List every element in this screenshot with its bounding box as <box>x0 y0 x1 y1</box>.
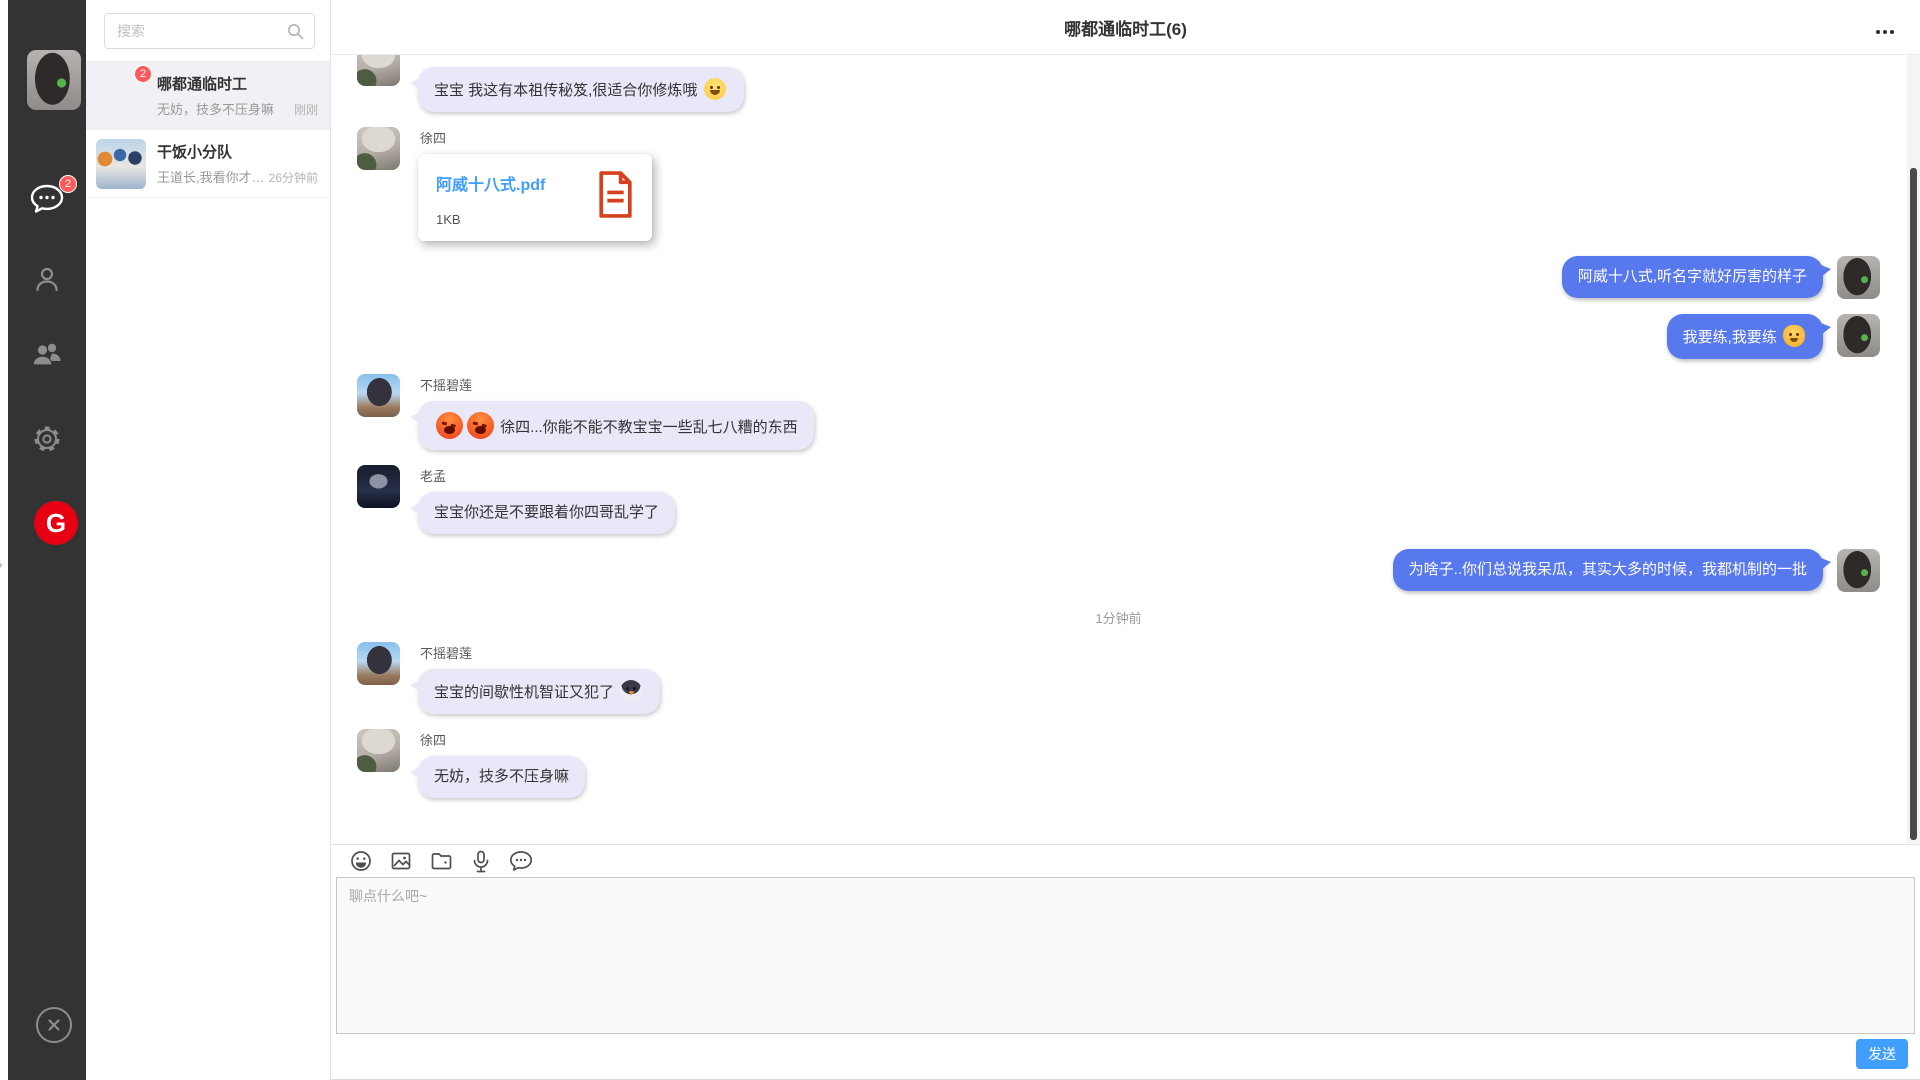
message-timestamp: 1分钟前 <box>357 608 1880 627</box>
message-avatar[interactable] <box>357 55 400 86</box>
message-row: 宝宝 我这有本祖传秘笈,很适合你修炼哦 <box>357 67 1880 112</box>
message-bubble: 徐四...你能不能不教宝宝一些乱七八糟的东西 <box>418 401 814 450</box>
message-avatar[interactable] <box>1837 256 1880 299</box>
message-row: 不摇碧莲 徐四...你能不能不教宝宝一些乱七八糟的东西 <box>357 374 1880 450</box>
penguin-face-icon <box>620 680 642 702</box>
file-size: 1KB <box>436 212 585 227</box>
chat-preview: 无妨，技多不压身嘛 <box>157 99 290 118</box>
composer <box>331 877 1920 1034</box>
message-avatar[interactable] <box>357 374 400 417</box>
message-row: 为啥子..你们总说我呆瓜，其实大多的时候，我都机制的一批 <box>357 549 1880 592</box>
sender-name: 徐四 <box>420 128 652 147</box>
angry-face-icon <box>467 412 494 439</box>
sender-name: 徐四 <box>420 730 585 749</box>
hugging-face-icon <box>704 78 726 100</box>
sender-name: 不摇碧莲 <box>420 375 814 394</box>
message-row: 徐四 阿威十八式.pdf 1KB <box>357 127 1880 241</box>
message-avatar[interactable] <box>1837 314 1880 357</box>
more-options-button[interactable] <box>1872 26 1898 38</box>
sender-name: 不摇碧莲 <box>420 643 660 662</box>
chat-name: 哪都通临时工 <box>157 73 318 94</box>
melting-face-icon <box>1783 325 1805 347</box>
nav-sidebar: 2 G <box>8 0 86 1080</box>
message-bubble: 无妨，技多不压身嘛 <box>418 756 585 798</box>
chat-avatar: 2 <box>96 71 146 121</box>
person-icon <box>32 264 62 294</box>
chat-avatar <box>96 139 146 189</box>
message-list: 宝宝 我这有本祖传秘笈,很适合你修炼哦 徐四 阿威十八式.pdf 1KB 阿威十… <box>357 67 1880 798</box>
scrollbar-thumb[interactable] <box>1910 168 1917 840</box>
message-row: 不摇碧莲宝宝的间歇性机智证又犯了 <box>357 642 1880 714</box>
message-area: 宝宝 我这有本祖传秘笈,很适合你修炼哦 徐四 阿威十八式.pdf 1KB 阿威十… <box>331 55 1920 844</box>
conversation-panel: 哪都通临时工(6) 宝宝 我这有本祖传秘笈,很适合你修炼哦 徐四 阿威十八式.p… <box>331 0 1920 1080</box>
chat-list-panel: 2 哪都通临时工 无妨，技多不压身嘛 刚刚 干饭小分队 王道长,我看你才… 26… <box>86 0 331 1080</box>
pdf-file-icon <box>597 171 634 218</box>
search-button[interactable] <box>276 14 314 48</box>
user-avatar[interactable] <box>27 50 81 110</box>
unread-count-badge: 2 <box>134 65 152 83</box>
message-avatar[interactable] <box>357 729 400 772</box>
chat-header: 哪都通临时工(6) <box>331 0 1920 55</box>
voice-message-button[interactable] <box>468 848 494 874</box>
emoji-picker-button[interactable] <box>348 848 374 874</box>
chat-list-item[interactable]: 干饭小分队 王道长,我看你才… 26分钟前 <box>86 130 330 198</box>
image-icon <box>390 850 412 872</box>
contacts-nav-button[interactable] <box>32 264 62 299</box>
send-button[interactable]: 发送 <box>1856 1039 1908 1069</box>
image-upload-button[interactable] <box>388 848 414 874</box>
close-button[interactable] <box>36 1007 72 1043</box>
message-avatar[interactable] <box>357 127 400 170</box>
chat-history-button[interactable] <box>508 848 534 874</box>
message-bubble: 阿威十八式,听名字就好厉害的样子 <box>1562 256 1823 298</box>
message-bubble: 为啥子..你们总说我呆瓜，其实大多的时候，我都机制的一批 <box>1393 549 1823 591</box>
message-avatar[interactable] <box>357 465 400 508</box>
microphone-icon <box>472 850 490 873</box>
message-bubble: 宝宝的间歇性机智证又犯了 <box>418 669 660 714</box>
message-avatar[interactable] <box>1837 549 1880 592</box>
message-bubble: 我要练,我要练 <box>1667 314 1823 359</box>
search-box <box>104 13 315 49</box>
message-row: 徐四无妨，技多不压身嘛 <box>357 729 1880 798</box>
message-input[interactable] <box>336 877 1915 1034</box>
people-icon <box>31 340 63 368</box>
file-name[interactable]: 阿威十八式.pdf <box>436 171 585 195</box>
search-icon <box>287 23 304 40</box>
sender-name: 老孟 <box>420 466 675 485</box>
chat-preview: 王道长,我看你才… <box>157 167 265 186</box>
message-avatar[interactable] <box>357 642 400 685</box>
file-upload-button[interactable] <box>428 848 454 874</box>
smiley-icon <box>350 850 372 872</box>
chat-time: 26分钟前 <box>269 169 318 186</box>
chat-history-icon <box>509 850 533 872</box>
message-row: 老孟宝宝你还是不要跟着你四哥乱学了 <box>357 465 1880 534</box>
close-icon <box>46 1017 62 1033</box>
chat-name: 干饭小分队 <box>157 141 318 162</box>
message-bubble: 宝宝你还是不要跟着你四哥乱学了 <box>418 492 675 534</box>
search-input[interactable] <box>105 23 276 39</box>
group-chats-nav-button[interactable] <box>31 340 63 373</box>
chat-list-item[interactable]: 2 哪都通临时工 无妨，技多不压身嘛 刚刚 <box>86 62 330 130</box>
composer-toolbar <box>331 844 1920 877</box>
gear-icon <box>32 424 62 454</box>
message-row: 我要练,我要练 <box>357 314 1880 359</box>
chat-time: 刚刚 <box>294 101 318 118</box>
chat-list: 2 哪都通临时工 无妨，技多不压身嘛 刚刚 干饭小分队 王道长,我看你才… 26… <box>86 61 330 198</box>
folder-icon <box>430 850 453 872</box>
file-attachment[interactable]: 阿威十八式.pdf 1KB <box>418 154 652 241</box>
angry-face-icon <box>436 412 463 439</box>
unread-count-badge: 2 <box>59 175 77 193</box>
message-row: 阿威十八式,听名字就好厉害的样子 <box>357 256 1880 299</box>
chat-bubble-icon <box>30 184 64 214</box>
chat-title: 哪都通临时工(6) <box>1064 15 1187 40</box>
settings-nav-button[interactable] <box>32 424 62 459</box>
send-row: 发送 <box>331 1034 1920 1080</box>
app-logo[interactable]: G <box>34 501 78 545</box>
message-bubble: 宝宝 我这有本祖传秘笈,很适合你修炼哦 <box>418 67 744 112</box>
messages-nav-button[interactable]: 2 <box>30 184 64 219</box>
panel-collapse-arrow[interactable]: › <box>0 556 3 572</box>
